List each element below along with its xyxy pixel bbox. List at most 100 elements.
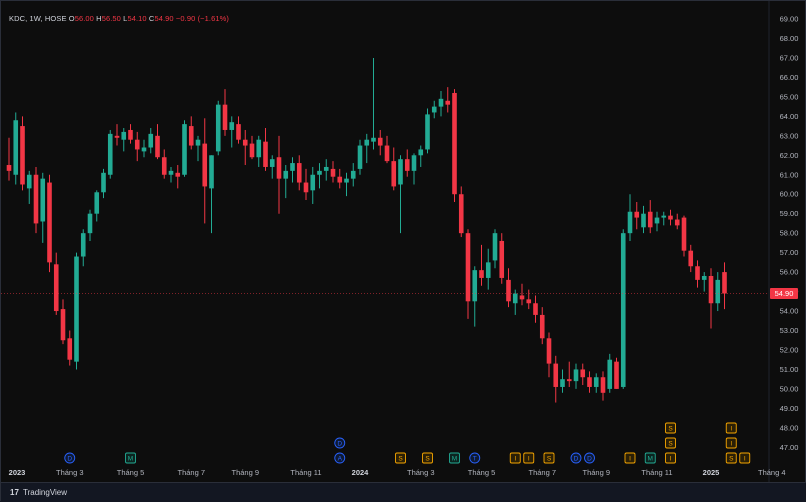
- candle-body: [452, 92, 457, 195]
- event-marker-label: D: [574, 456, 579, 463]
- candle-body: [398, 159, 403, 185]
- candle-body: [607, 359, 613, 389]
- candle-body: [276, 157, 282, 179]
- candle-body: [384, 145, 390, 162]
- candle-body: [94, 192, 100, 214]
- change-value: −0.90 (−1.61%): [175, 14, 230, 23]
- event-marker-label: D: [67, 456, 72, 463]
- candle-body: [445, 100, 451, 105]
- candle-body: [418, 149, 424, 156]
- candle-body: [134, 139, 140, 150]
- x-tick-label: Tháng 7: [177, 468, 205, 477]
- event-marker-label: M: [452, 456, 457, 463]
- candle-body: [80, 233, 86, 257]
- y-tick-label: 68.00: [780, 34, 799, 43]
- candle-body: [533, 303, 538, 315]
- candle-body: [141, 147, 147, 152]
- candle-body: [290, 163, 295, 171]
- candle-body: [107, 133, 113, 175]
- candle-body: [182, 124, 187, 175]
- candle-body: [337, 176, 343, 183]
- candle-body: [600, 377, 606, 393]
- candle-body: [33, 174, 39, 224]
- x-axis: 2023 Tháng 3 Tháng 5 Tháng 7 Tháng 9 Tháng 11…: [9, 468, 786, 477]
- candle-body: [674, 219, 680, 226]
- candle-body: [472, 270, 478, 302]
- candle-body: [560, 379, 565, 387]
- y-tick-label: 57.00: [780, 248, 799, 257]
- x-tick-label: Tháng 3: [407, 468, 435, 477]
- tradingview-brand[interactable]: 17 TradingView: [10, 488, 67, 497]
- x-tick-label: Tháng 11: [290, 468, 321, 477]
- candle-body: [391, 161, 397, 187]
- candle-body: [519, 295, 525, 300]
- candlestick-chart[interactable]: 47.00 48.00 49.00 50.00 51.00 52.00 53.00 54.00…: [1, 1, 806, 502]
- x-tick-label: 2024: [352, 468, 370, 477]
- y-tick-label: 63.00: [780, 131, 799, 140]
- candle-body: [296, 163, 302, 183]
- candle-body: [580, 369, 586, 378]
- y-tick-label: 67.00: [780, 53, 799, 62]
- x-tick-label: Tháng 4: [758, 468, 786, 477]
- x-tick-label: Tháng 11: [641, 468, 672, 477]
- y-tick-label: 50.00: [780, 384, 799, 393]
- candle-body: [620, 233, 626, 387]
- y-tick-label: 52.00: [780, 345, 799, 354]
- high-value: 56.50: [101, 14, 121, 23]
- y-tick-label: 59.00: [780, 209, 799, 218]
- y-tick-label: 54.00: [780, 307, 799, 316]
- x-tick-label: Tháng 9: [582, 468, 610, 477]
- tradingview-logo-icon: 17: [10, 488, 19, 497]
- event-marker-label: S: [668, 441, 673, 448]
- symbol-info[interactable]: KDC, 1W, HOSE: [9, 14, 67, 23]
- candle-body: [323, 166, 329, 171]
- y-tick-label: 47.00: [780, 443, 799, 452]
- y-axis: 47.00 48.00 49.00 50.00 51.00 52.00 53.00 54.00…: [780, 15, 799, 452]
- candle-body: [114, 135, 120, 138]
- candle-body: [310, 174, 316, 191]
- candle-body: [715, 279, 721, 304]
- candle-body: [506, 279, 511, 302]
- candle-body: [688, 250, 694, 267]
- open-value: 56.00: [74, 14, 94, 23]
- footer-bar: 17 TradingView: [1, 482, 806, 502]
- y-tick-label: 61.00: [780, 170, 799, 179]
- candle-body: [695, 266, 700, 280]
- candle-body: [465, 233, 471, 302]
- candle-body: [364, 139, 370, 146]
- event-marker-label: A: [338, 456, 343, 463]
- candle-body: [215, 104, 221, 152]
- y-tick-label: 49.00: [780, 404, 799, 413]
- candle-body: [701, 275, 707, 280]
- candle-body: [634, 211, 640, 218]
- candle-body: [344, 178, 349, 183]
- x-tick-label: 2025: [703, 468, 720, 477]
- last-price-label: 54.90: [775, 289, 794, 298]
- candle-body: [668, 215, 673, 220]
- candle-body: [357, 145, 363, 169]
- candle-body: [47, 182, 52, 263]
- candle-body: [161, 157, 167, 175]
- candle-body: [188, 126, 194, 146]
- symbol-legend: KDC, 1W, HOSE O56.00 H56.50 L54.10 C54.9…: [9, 14, 229, 23]
- candle-body: [681, 217, 687, 251]
- event-marker-label: I: [744, 456, 746, 463]
- candle-body: [168, 170, 174, 175]
- x-tick-label: Tháng 5: [117, 468, 145, 477]
- candle-body: [492, 233, 498, 261]
- candle-body: [26, 174, 32, 189]
- event-marker-label: S: [668, 426, 673, 433]
- candle-body: [249, 143, 255, 158]
- candle-body: [121, 131, 127, 140]
- y-tick-label: 51.00: [780, 365, 799, 374]
- candle-body: [195, 139, 201, 146]
- candle-body: [485, 262, 491, 278]
- event-marker-label: I: [670, 456, 672, 463]
- event-marker-label: D: [337, 441, 342, 448]
- event-marker-label: S: [729, 456, 734, 463]
- event-marker-label: I: [730, 441, 732, 448]
- candle-body: [479, 270, 484, 278]
- candle-body: [526, 299, 532, 304]
- candle-body: [128, 129, 133, 140]
- candle-body: [330, 168, 336, 177]
